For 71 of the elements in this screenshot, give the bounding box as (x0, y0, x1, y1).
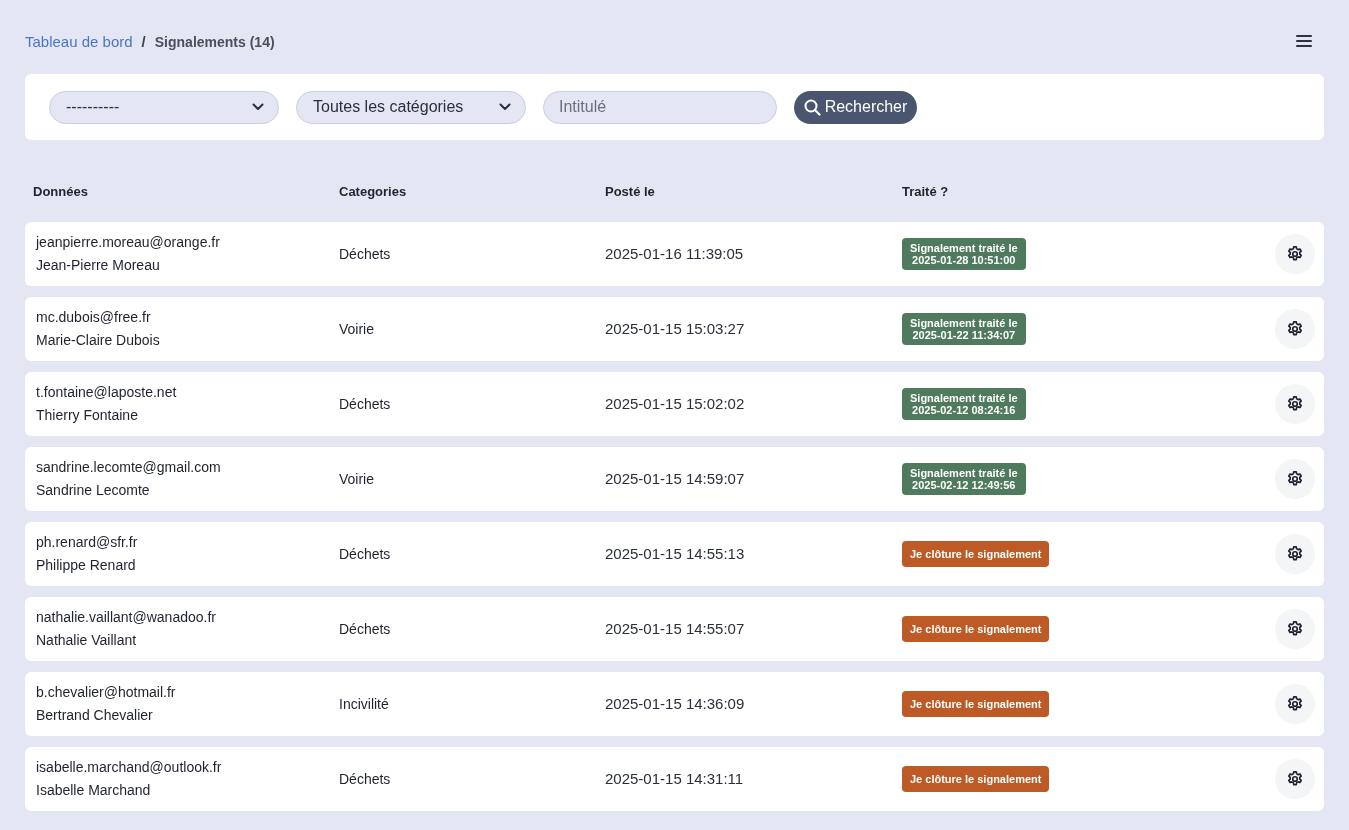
posted-date-text: 2025-01-15 14:55:07 (605, 620, 745, 637)
breadcrumb-separator: / (141, 32, 146, 52)
close-report-button[interactable]: Je clôture le signalement (902, 766, 1050, 792)
search-icon (803, 98, 821, 116)
treated-badge: Signalement traité le 2025-02-12 12:49:56 (902, 462, 1026, 495)
treated-badge: Signalement traité le 2025-02-12 08:24:16 (902, 387, 1026, 420)
search-field[interactable]: Intitulé (543, 90, 777, 124)
status-select[interactable]: ---------- (49, 90, 279, 124)
menu-icon[interactable] (1296, 34, 1312, 48)
settings-button[interactable] (1275, 384, 1315, 424)
name-text: Thierry Fontaine (36, 406, 138, 425)
email-text: sandrine.lecomte@gmail.com (36, 458, 221, 477)
category-select[interactable]: Toutes les catégories (296, 90, 526, 124)
settings-icon (1286, 395, 1304, 413)
posted-date-text: 2025-01-15 14:55:13 (605, 545, 745, 562)
posted-date-text: 2025-01-16 11:39:05 (605, 245, 744, 262)
name-text: Philippe Renard (36, 556, 136, 575)
close-report-button[interactable]: Je clôture le signalement (902, 691, 1050, 717)
name-text: Bertrand Chevalier (36, 706, 153, 725)
email-text: b.chevalier@hotmail.fr (36, 683, 176, 702)
settings-icon (1286, 470, 1304, 488)
name-text: Sandrine Lecomte (36, 481, 150, 500)
search-button[interactable]: Rechercher (794, 90, 917, 124)
settings-icon (1286, 245, 1304, 263)
email-text: t.fontaine@laposte.net (36, 383, 177, 402)
settings-icon (1286, 545, 1304, 563)
category-text: Déchets (339, 396, 391, 412)
posted-date-text: 2025-01-15 14:59:07 (605, 470, 745, 487)
settings-button[interactable] (1275, 609, 1315, 649)
name-text: Nathalie Vaillant (36, 631, 137, 650)
category-text: Voirie (339, 321, 375, 337)
category-text: Incivilité (339, 696, 389, 712)
settings-icon (1286, 695, 1304, 713)
category-text: Déchets (339, 546, 391, 562)
category-text: Déchets (339, 621, 391, 637)
name-text: Jean-Pierre Moreau (36, 256, 160, 275)
treated-badge: Signalement traité le 2025-01-28 10:51:00 (902, 237, 1026, 270)
email-text: mc.dubois@free.fr (36, 308, 151, 327)
close-report-button[interactable]: Je clôture le signalement (902, 541, 1050, 567)
settings-button[interactable] (1275, 459, 1315, 499)
column-header: Traité ? (902, 183, 949, 199)
name-text: Isabelle Marchand (36, 781, 151, 800)
column-header: Posté le (605, 183, 655, 199)
settings-icon (1286, 320, 1304, 338)
category-text: Déchets (339, 246, 391, 262)
settings-button[interactable] (1275, 309, 1315, 349)
name-text: Marie-Claire Dubois (36, 331, 160, 350)
chevron-down-icon (499, 103, 511, 111)
settings-icon (1286, 620, 1304, 638)
category-text: Voirie (339, 471, 375, 487)
close-report-button[interactable]: Je clôture le signalement (902, 616, 1050, 642)
column-header: Categories (339, 183, 407, 199)
email-text: nathalie.vaillant@wanadoo.fr (36, 608, 216, 627)
settings-button[interactable] (1275, 534, 1315, 574)
posted-date-text: 2025-01-15 15:02:02 (605, 395, 745, 412)
column-header: Données (33, 183, 88, 199)
category-text: Déchets (339, 771, 391, 787)
email-text: jeanpierre.moreau@orange.fr (36, 233, 220, 252)
chevron-down-icon (252, 103, 264, 111)
settings-icon (1286, 770, 1304, 788)
posted-date-text: 2025-01-15 15:03:27 (605, 320, 745, 337)
settings-button[interactable] (1275, 759, 1315, 799)
posted-date-text: 2025-01-15 14:36:09 (605, 695, 745, 712)
posted-date-text: 2025-01-15 14:31:11 (605, 770, 744, 787)
breadcrumb-current: Signalements (14) (154, 33, 275, 52)
breadcrumb-link[interactable]: Tableau de bord (25, 30, 133, 54)
settings-button[interactable] (1275, 234, 1315, 274)
treated-badge: Signalement traité le 2025-01-22 11:34:07 (902, 312, 1026, 345)
email-text: isabelle.marchand@outlook.fr (36, 758, 222, 777)
settings-button[interactable] (1275, 684, 1315, 724)
email-text: ph.renard@sfr.fr (36, 533, 138, 552)
